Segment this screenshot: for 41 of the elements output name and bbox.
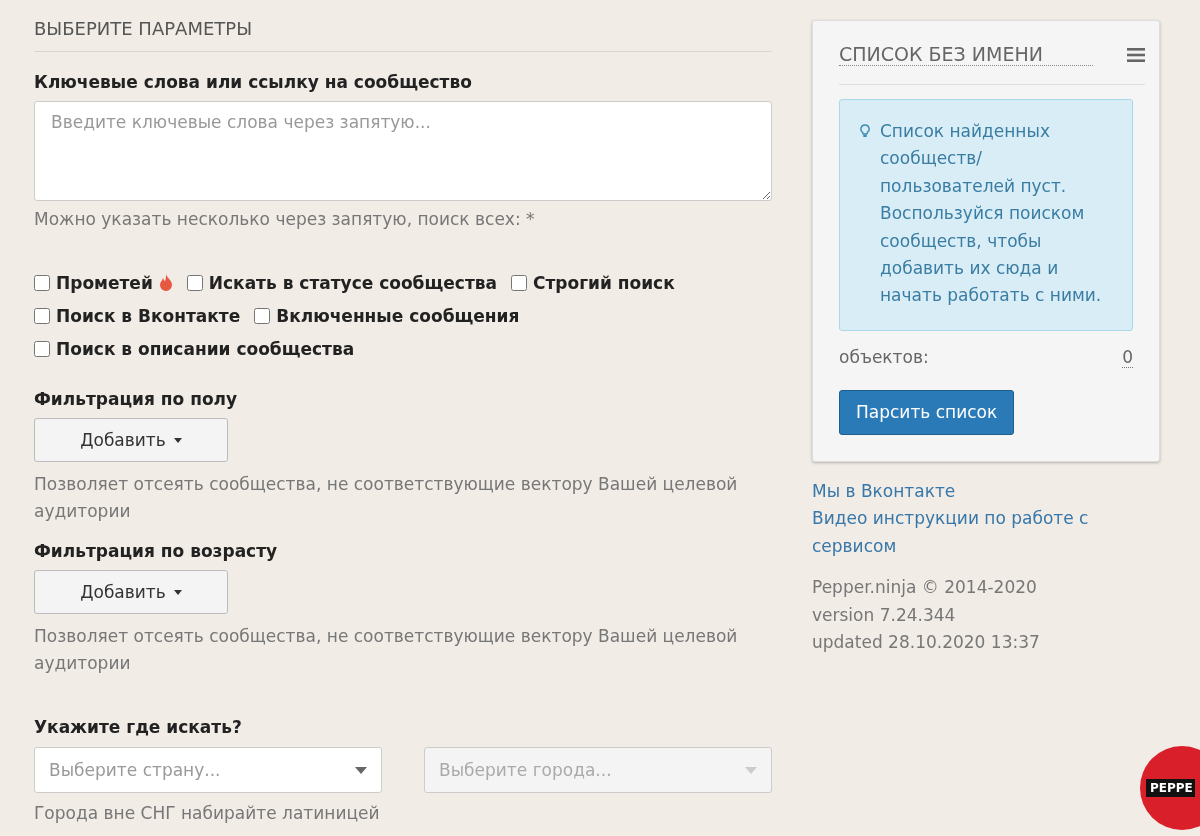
footer-text: Pepper.ninja © 2014-2020 xyxy=(812,576,1038,600)
field-label: Ключевые слова или ссылку на сообщество xyxy=(34,72,473,92)
hint-text: Можно указать несколько через запятую, поиск всех: * xyxy=(34,209,536,229)
count-value[interactable]: 0 xyxy=(1122,346,1133,368)
lightbulb-icon xyxy=(860,124,870,138)
link[interactable]: Видео инструкции по работе с сервисом xyxy=(812,505,1160,561)
menu-icon[interactable] xyxy=(1127,47,1145,62)
checkbox-label[interactable]: Поиск в Вконтакте xyxy=(56,306,241,326)
hint-text: Города вне СНГ набирайте латиницей xyxy=(34,803,381,823)
caret-icon xyxy=(745,766,757,774)
checkbox-label[interactable]: Прометей xyxy=(56,273,153,293)
checkbox[interactable] xyxy=(254,308,271,324)
keywords-field[interactable]: Введите ключевые слова через запятую... xyxy=(34,101,772,201)
checkbox[interactable] xyxy=(34,341,50,357)
filter-label: Фильтрация по возрасту xyxy=(34,541,279,561)
checkbox-label[interactable]: Искать в статусе сообщества xyxy=(208,273,497,293)
section-title: ВЫБЕРИТЕ ПАРАМЕТРЫ xyxy=(34,18,772,52)
checkbox[interactable] xyxy=(34,308,50,324)
checkbox[interactable] xyxy=(510,275,527,291)
caret-icon xyxy=(355,766,367,774)
checkbox[interactable] xyxy=(34,275,50,291)
count-label: объектов: xyxy=(839,346,929,368)
link[interactable]: Мы в Вконтакте xyxy=(812,477,1160,506)
checkbox-label[interactable]: Поиск в описании сообщества xyxy=(56,339,355,359)
info-text: Список найденных сообществ/ пользователей пуст. Воспользуйся поиском сообществ, чтобы добавить их сюда и начать работать с ними. xyxy=(880,120,1103,308)
footer-text: version 7.24.344 xyxy=(812,603,957,627)
checkbox-label[interactable]: Строгий поиск xyxy=(532,273,675,293)
add-dropdown-button[interactable]: Добавить xyxy=(34,570,228,614)
location-label: Укажите где искать? xyxy=(34,717,243,737)
checkbox[interactable] xyxy=(186,275,203,291)
add-dropdown-button[interactable]: Добавить xyxy=(34,418,228,462)
filter-label: Фильтрация по полу xyxy=(34,389,239,409)
list-title[interactable]: СПИСОК БЕЗ ИМЕНИ xyxy=(839,43,1093,66)
footer-text: updated 28.10.2020 13:37 xyxy=(812,631,1041,655)
caret-icon xyxy=(173,437,182,443)
hint-text: Позволяет отсеять сообщества, не соответствующие вектору Вашей целевой аудитории xyxy=(34,473,739,523)
hint-text: Позволяет отсеять сообщества, не соответствующие вектору Вашей целевой аудитории xyxy=(34,625,739,675)
parse-list-button[interactable]: Парсить список xyxy=(839,389,1015,435)
pepper-logo-badge[interactable]: PEPPE xyxy=(1140,746,1200,830)
checkbox-label[interactable]: Включенные сообщения xyxy=(276,306,520,326)
caret-icon xyxy=(173,589,182,595)
